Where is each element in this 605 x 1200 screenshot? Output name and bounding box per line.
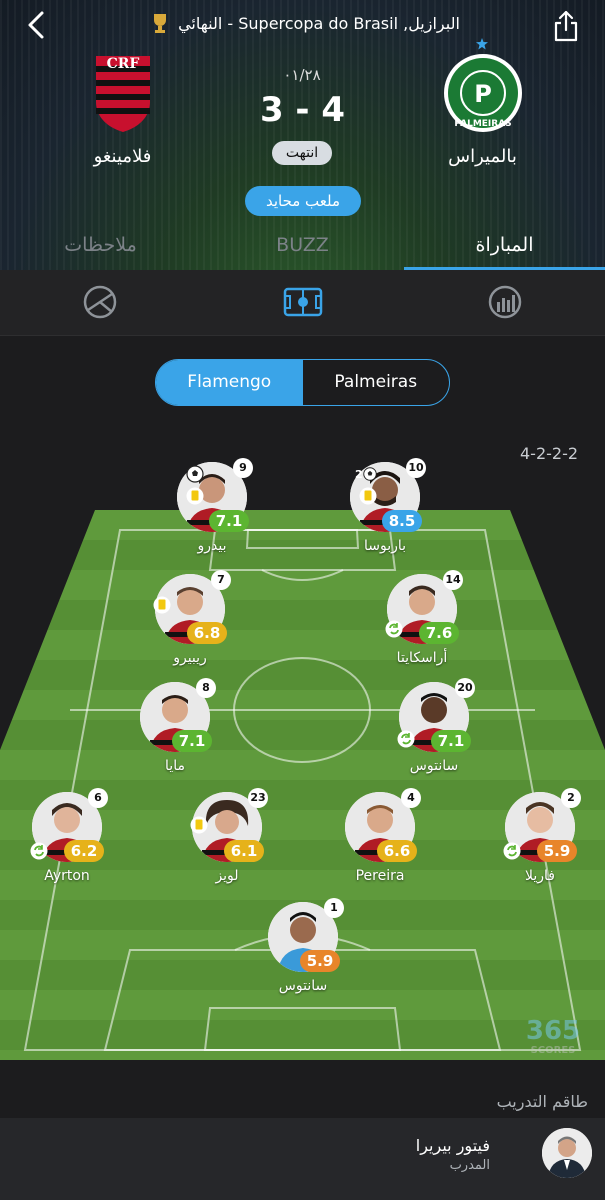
player-card[interactable]: 6 6.2 Ayrton: [17, 788, 117, 912]
coach-avatar: [542, 1128, 592, 1178]
svg-text:CRF: CRF: [106, 56, 139, 72]
player-card[interactable]: 7 6.8 ريبيرو: [140, 570, 240, 694]
player-number: 1: [324, 898, 344, 918]
player-card[interactable]: 14 7.6 أراسكايتا: [372, 570, 472, 694]
competition-title-text: البرازيل, Supercopa do Brasil - النهائي: [178, 13, 460, 33]
player-name: Ayrton: [44, 868, 90, 884]
player-number: 4: [401, 788, 421, 808]
goal-ball-icon: [362, 467, 377, 481]
svg-text:365: 365: [526, 1016, 580, 1046]
player-name: باربوسا: [363, 538, 407, 554]
coaching-staff-title: طاقم التدريب: [496, 1092, 588, 1111]
trophy-icon: [154, 14, 167, 33]
formation-label: 4-2-2-2: [520, 444, 579, 463]
player-rating: 6.6: [377, 840, 417, 862]
home-team[interactable]: P PALMEIRAS بالميراس: [420, 38, 545, 167]
player-number: 9: [233, 458, 253, 478]
away-team[interactable]: CRF فلامينغو: [60, 52, 185, 167]
player-name: فاريلا: [525, 868, 555, 884]
toggle-palmeiras[interactable]: Palmeiras: [303, 360, 450, 405]
player-card[interactable]: 23 6.1 لويز: [177, 788, 277, 912]
svg-text:PALMEIRAS: PALMEIRAS: [454, 119, 511, 129]
365scores-logo: 365 SCORES: [526, 1016, 580, 1056]
player-rating: 6.1: [224, 840, 264, 862]
team-toggle: Flamengo Palmeiras: [155, 359, 450, 406]
player-number: 10: [406, 458, 426, 478]
coach-role: المدرب: [449, 1158, 490, 1173]
yellow-card-icon: [186, 487, 204, 505]
yellow-card-icon: [190, 816, 208, 834]
player-card[interactable]: 1 5.9 سانتوس: [253, 898, 353, 1022]
substitution-icon: [503, 842, 521, 860]
neutral-venue-badge: ملعب محايد: [245, 186, 361, 216]
player-rating: 5.9: [537, 840, 577, 862]
tab-match[interactable]: المباراة: [404, 222, 605, 268]
flamengo-logo-icon: CRF: [95, 56, 150, 132]
player-name: لويز: [215, 868, 239, 884]
competition-title: البرازيل, Supercopa do Brasil - النهائي: [70, 10, 540, 36]
player-name: ريبيرو: [173, 650, 207, 666]
toggle-flamengo[interactable]: Flamengo: [156, 360, 303, 405]
substitution-icon: [30, 842, 48, 860]
tab-buzz[interactable]: BUZZ: [202, 222, 403, 268]
goal-ball-icon: [186, 465, 204, 483]
player-number: 2: [561, 788, 581, 808]
match-status-badge: انتهت: [272, 141, 332, 165]
back-arrow-icon[interactable]: [22, 10, 52, 40]
player-name: أراسكايتا: [396, 650, 448, 666]
player-card[interactable]: 2 5.9 فاريلا: [490, 788, 590, 912]
away-team-name: فلامينغو: [93, 146, 152, 167]
player-card[interactable]: 10 2 8.5 باربوسا: [335, 458, 435, 582]
player-rating: 7.1: [431, 730, 471, 752]
player-name: سانتوس: [278, 978, 328, 994]
prediction-icon[interactable]: [82, 284, 118, 320]
yellow-card-icon: [153, 596, 171, 614]
match-score: 3 - 4: [259, 90, 346, 130]
match-tabs: المباراة BUZZ ملاحظات: [0, 222, 605, 270]
player-name: Pereira: [355, 868, 405, 884]
player-number: 7: [211, 570, 231, 590]
player-card[interactable]: 9 7.1 بيدرو: [162, 458, 262, 582]
match-subnav: [0, 270, 605, 336]
player-number: 6: [88, 788, 108, 808]
player-rating: 8.5: [382, 510, 422, 532]
lineup-icon[interactable]: [283, 284, 323, 320]
player-rating: 5.9: [300, 950, 340, 972]
player-number: 14: [443, 570, 463, 590]
coach-name: فيتور بيريرا: [415, 1136, 490, 1155]
player-rating: 6.8: [187, 622, 227, 644]
player-name: سانتوس: [409, 758, 459, 774]
player-rating: 6.2: [64, 840, 104, 862]
favorite-star-icon: [476, 38, 488, 50]
substitution-icon: [397, 730, 415, 748]
player-card[interactable]: 4 6.6 Pereira: [330, 788, 430, 912]
stats-icon[interactable]: [487, 284, 523, 320]
player-number: 23: [248, 788, 268, 808]
match-header: البرازيل, Supercopa do Brasil - النهائي …: [0, 0, 605, 270]
svg-text:SCORES: SCORES: [531, 1045, 576, 1056]
yellow-card-icon: [359, 487, 377, 505]
svg-text:P: P: [474, 80, 492, 108]
player-rating: 7.1: [209, 510, 249, 532]
player-rating: 7.1: [172, 730, 212, 752]
player-card[interactable]: 8 7.1 مايا: [125, 678, 225, 802]
player-card[interactable]: 20 7.1 سانتوس: [384, 678, 484, 802]
palmeiras-logo-icon: P PALMEIRAS: [443, 54, 522, 132]
goal-count-text: 2: [355, 467, 363, 481]
player-name: مايا: [165, 758, 185, 774]
player-name: بيدرو: [197, 538, 227, 554]
substitution-icon: [385, 620, 403, 638]
goal-count: 2: [355, 464, 377, 484]
match-date: ٠١/٢٨: [283, 66, 321, 84]
player-number: 8: [196, 678, 216, 698]
player-number: 20: [455, 678, 475, 698]
share-icon[interactable]: [552, 10, 580, 42]
home-team-name: بالميراس: [448, 146, 517, 167]
player-rating: 7.6: [419, 622, 459, 644]
tab-notes[interactable]: ملاحظات: [0, 222, 201, 268]
